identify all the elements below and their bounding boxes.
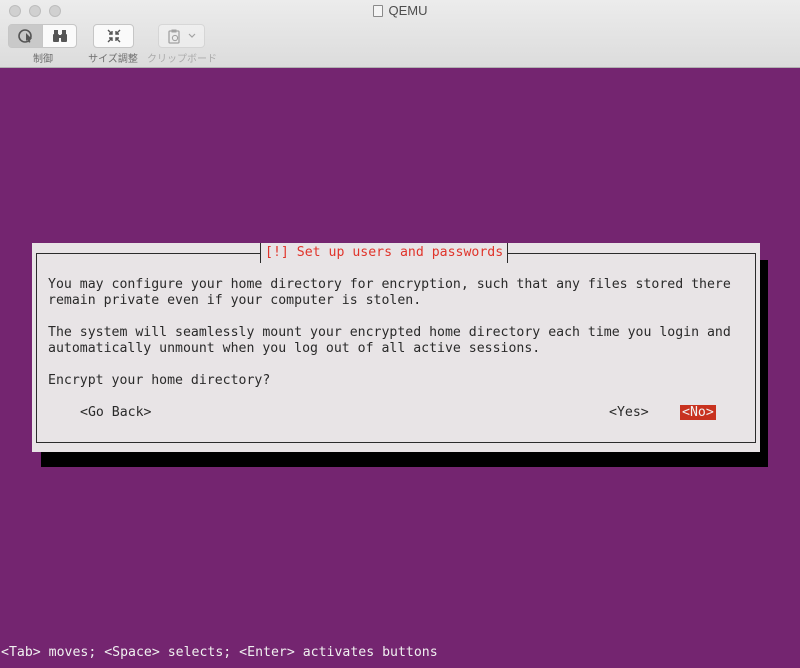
window-title-text: QEMU (388, 3, 428, 18)
resize-segment[interactable] (94, 25, 133, 47)
status-help-text: <Tab> moves; <Space> selects; <Enter> ac… (1, 645, 438, 660)
installer-dialog: [!] Set up users and passwords You may c… (32, 243, 760, 452)
chevron-down-icon (188, 33, 196, 38)
document-icon (372, 5, 383, 17)
yes-button[interactable]: <Yes> (609, 405, 649, 421)
no-button-wrap: <No> (680, 405, 716, 421)
description-line-2: remain private even if your computer is … (48, 293, 422, 308)
window-title: QEMU (0, 3, 800, 18)
description-line-3: The system will seamlessly mount your en… (48, 325, 731, 340)
no-button[interactable]: <No> (680, 405, 716, 420)
binoculars-icon (52, 30, 67, 42)
description-line-1: You may configure your home directory fo… (48, 277, 731, 292)
clipboard-button[interactable] (158, 24, 205, 48)
cursor-capture-icon (17, 29, 32, 43)
clipboard-segment[interactable] (159, 25, 204, 47)
special-keys-button[interactable] (42, 25, 76, 47)
description-line-4: automatically unmount when you log out o… (48, 341, 541, 356)
clipboard-icon (168, 29, 180, 44)
control-label: 制御 (33, 54, 53, 65)
resize-label: サイズ調整 (88, 54, 138, 65)
window-titlebar: QEMU 制御 サイズ調整 クリップボード (0, 0, 800, 68)
control-segmented-control (8, 24, 77, 48)
resize-button[interactable] (93, 24, 134, 48)
shrink-arrows-icon (107, 29, 120, 43)
dialog-title: [!] Set up users and passwords (260, 243, 509, 263)
clipboard-label: クリップボード (147, 54, 217, 65)
encrypt-question: Encrypt your home directory? (48, 373, 271, 388)
go-back-button[interactable]: <Go Back> (80, 405, 151, 421)
pointer-capture-button[interactable] (9, 25, 42, 47)
